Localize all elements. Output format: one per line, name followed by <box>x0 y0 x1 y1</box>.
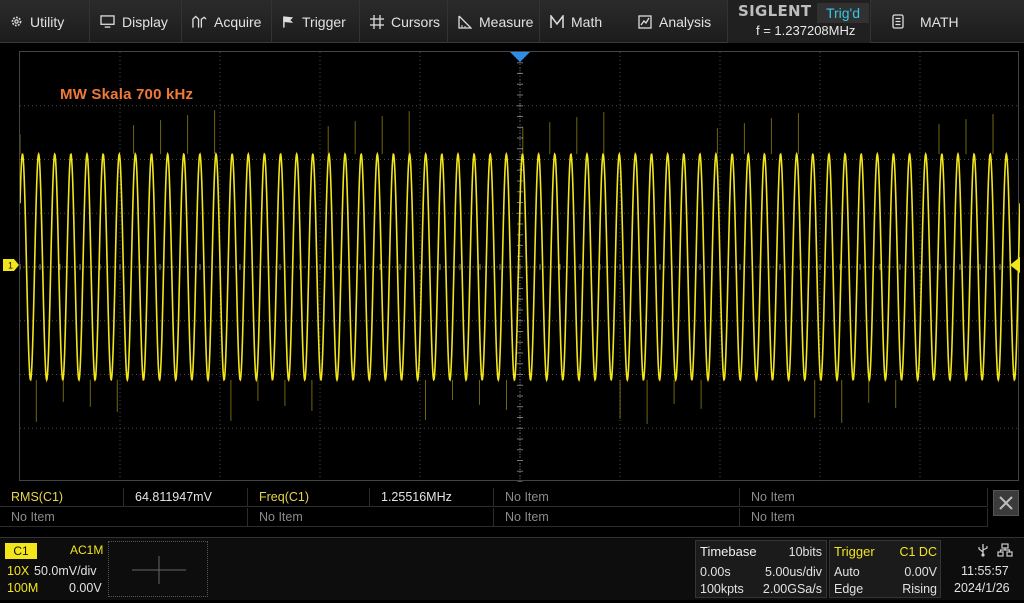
timebase-scale: 5.00us/div <box>765 565 822 579</box>
ch1-offset-marker[interactable]: 1 <box>2 258 20 272</box>
trigger-mode: Auto <box>834 565 860 579</box>
measure-ruler-icon <box>458 15 472 29</box>
menu-analysis-label: Analysis <box>659 13 712 30</box>
clock-time: 11:55:57 <box>961 564 1009 578</box>
ch1-marker-label: 1 <box>8 261 13 271</box>
bottom-status-bar: C1 AC1M 10X 50.0mV/div 100M 0.00V Timeba… <box>0 537 1024 600</box>
clock-panel: 11:55:57 2024/1/26 <box>945 540 1024 598</box>
meas-value-freq: 1.25516MHz <box>370 488 494 507</box>
meas-slot-empty[interactable]: No Item <box>740 488 988 507</box>
trigger-flag-icon <box>283 15 294 28</box>
timebase-box[interactable]: Timebase 10bits 0.00s 5.00us/div 100kpts… <box>695 540 827 598</box>
graticule <box>20 52 1020 482</box>
meas-label-rms[interactable]: RMS(C1) <box>0 488 124 507</box>
close-icon <box>999 496 1013 510</box>
menu-display[interactable]: Display <box>90 0 182 43</box>
menu-acquire[interactable]: Acquire <box>182 0 272 43</box>
ch1-settings-box[interactable]: C1 AC1M 10X 50.0mV/div 100M 0.00V <box>4 543 104 597</box>
calculator-icon <box>892 14 904 29</box>
menu-acquire-label: Acquire <box>214 13 262 30</box>
menu-math-label: Math <box>571 13 603 30</box>
math-channel-label: MATH <box>920 13 959 30</box>
menu-analysis[interactable]: Analysis <box>628 0 727 43</box>
network-icon <box>997 543 1013 557</box>
timebase-delay: 0.00s <box>700 565 731 579</box>
trigger-source: C1 DC <box>899 545 937 559</box>
plus-icon <box>132 556 186 584</box>
top-menu-bar: Utility Display Acquire Trigger Cursors <box>0 0 1024 43</box>
meas-slot-empty[interactable]: No Item <box>0 508 248 527</box>
monitor-icon <box>100 15 115 28</box>
meas-slot-empty[interactable]: No Item <box>740 508 988 527</box>
trigger-title: Trigger <box>834 544 875 559</box>
waveform-grid <box>20 52 1020 482</box>
acquire-icon <box>192 14 207 28</box>
trigger-slope: Rising <box>902 582 937 596</box>
measurement-close-button[interactable] <box>993 490 1019 516</box>
adc-resolution: 10bits <box>788 545 822 559</box>
menu-cursors-label: Cursors <box>391 13 441 30</box>
trigger-level: 0.00V <box>904 565 937 579</box>
add-channel-slot[interactable] <box>108 541 208 597</box>
trigger-type: Edge <box>834 582 864 596</box>
screen-annotation: MW Skala 700 kHz <box>60 86 194 103</box>
meas-slot-empty[interactable]: No Item <box>494 488 740 507</box>
ch1-probe: 10X <box>7 564 30 578</box>
ch1-offset: 0.00V <box>69 581 102 595</box>
memory-depth: 100kpts <box>700 582 744 596</box>
ch1-vertical-scale: 50.0mV/div <box>34 564 97 578</box>
trigger-position-marker[interactable] <box>509 51 531 63</box>
menu-trigger[interactable]: Trigger <box>272 0 360 43</box>
meas-slot-empty[interactable]: No Item <box>248 508 494 527</box>
meas-value-rms: 64.811947mV <box>124 488 248 507</box>
meas-slot-empty[interactable]: No Item <box>494 508 740 527</box>
usb-icon <box>978 544 988 557</box>
meas-label-freq[interactable]: Freq(C1) <box>248 488 370 507</box>
analysis-icon <box>638 14 652 29</box>
menu-math[interactable]: Math <box>540 0 628 43</box>
trigger-box[interactable]: Trigger C1 DC Auto 0.00V Edge Rising <box>829 540 941 598</box>
brand-logo: SIGLENT <box>738 2 812 20</box>
menu-cursors[interactable]: Cursors <box>360 0 448 43</box>
ch1-badge[interactable]: C1 <box>5 543 37 559</box>
menu-utility-label: Utility <box>30 13 65 30</box>
menu-utility[interactable]: Utility <box>0 0 90 43</box>
math-icon <box>550 14 564 28</box>
frequency-counter: f = 1.237208MHz <box>756 23 856 38</box>
gear-icon <box>11 16 22 27</box>
waveform-display[interactable]: MW Skala 700 kHz 1 <box>3 51 1021 482</box>
brand-status-panel: SIGLENT Trig'd f = 1.237208MHz <box>727 0 871 43</box>
ch1-bandwidth: 100M <box>7 581 39 595</box>
ch1-coupling: AC1M <box>70 543 104 557</box>
menu-measure[interactable]: Measure <box>448 0 540 43</box>
menu-display-label: Display <box>122 13 168 30</box>
timebase-title: Timebase <box>700 544 757 559</box>
menu-measure-label: Measure <box>479 13 534 30</box>
measurement-table: RMS(C1) 64.811947mV Freq(C1) 1.25516MHz … <box>0 488 1024 530</box>
trigger-level-marker[interactable] <box>1009 257 1021 273</box>
math-channel-button[interactable]: MATH <box>878 0 1024 43</box>
sample-rate: 2.00GSa/s <box>762 582 822 596</box>
cursors-crosshair-icon <box>370 14 384 29</box>
menu-trigger-label: Trigger <box>302 13 346 30</box>
clock-date: 2024/1/26 <box>954 581 1010 595</box>
trigger-status-badge: Trig'd <box>817 3 869 23</box>
